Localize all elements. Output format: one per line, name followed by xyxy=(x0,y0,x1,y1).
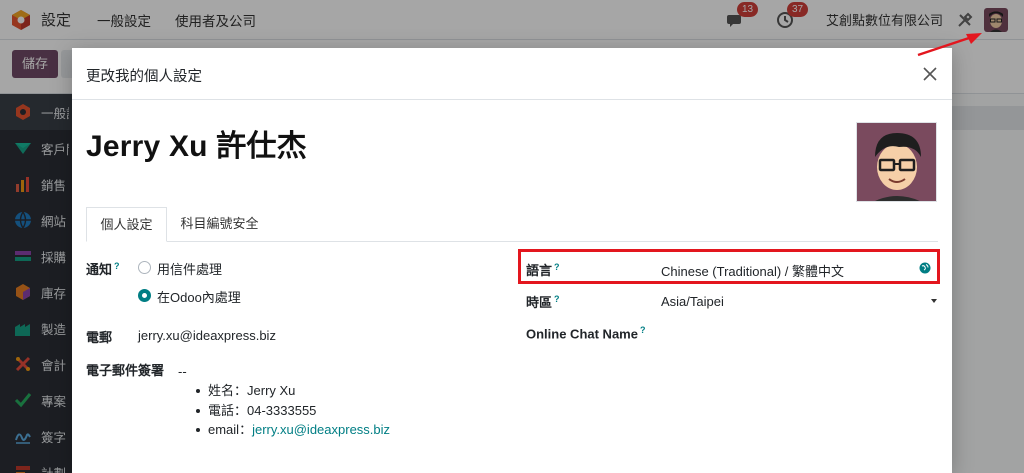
notify-in-odoo-label[interactable]: 在Odoo內處理 xyxy=(157,287,241,306)
globe-icon[interactable] xyxy=(919,262,931,274)
preferences-dialog: 更改我的個人設定 Jerry Xu 許仕杰 個人設定 科目編號安全 通知? 用信… xyxy=(72,48,952,473)
signature-separator: -- xyxy=(178,364,187,379)
signature-name-line: 姓名：Jerry Xu xyxy=(192,381,390,401)
close-icon[interactable] xyxy=(922,66,938,82)
chevron-down-icon[interactable] xyxy=(931,299,937,303)
help-icon[interactable]: ? xyxy=(554,262,560,272)
user-avatar-image[interactable] xyxy=(856,122,937,202)
notification-label: 通知? xyxy=(86,260,120,277)
email-field[interactable]: jerry.xu@ideaxpress.biz xyxy=(138,328,276,343)
online-chat-name-input[interactable] xyxy=(661,326,931,344)
help-icon[interactable]: ? xyxy=(640,325,646,335)
language-select[interactable]: Chinese (Traditional) / 繁體中文 xyxy=(661,261,844,280)
help-icon[interactable]: ? xyxy=(554,294,560,304)
help-icon[interactable]: ? xyxy=(114,261,120,271)
dialog-title: 更改我的個人設定 xyxy=(86,69,202,85)
signature-phone-line: 電話：04-3333555 xyxy=(192,401,390,421)
dialog-header: 更改我的個人設定 xyxy=(72,48,952,100)
dialog-tabs: 個人設定 科目編號安全 xyxy=(86,207,938,242)
notify-in-odoo-radio[interactable] xyxy=(138,289,151,302)
annotation-arrow-icon xyxy=(917,33,982,57)
timezone-label: 時區? xyxy=(526,293,560,310)
notify-by-email-radio[interactable] xyxy=(138,261,151,274)
user-avatar-icon xyxy=(857,123,936,201)
notify-by-email-label[interactable]: 用信件處理 xyxy=(157,259,222,278)
tab-personal-settings[interactable]: 個人設定 xyxy=(86,207,167,242)
language-label: 語言? xyxy=(526,261,560,278)
signature-editor[interactable]: 姓名：Jerry Xu 電話：04-3333555 email：jerry.xu… xyxy=(192,381,390,440)
signature-email-line: email：jerry.xu@ideaxpress.biz xyxy=(192,420,390,440)
email-label: 電郵 xyxy=(86,330,113,345)
user-name: Jerry Xu 許仕杰 xyxy=(86,130,307,163)
online-chat-name-label: Online Chat Name? xyxy=(526,325,646,342)
signature-label: 電子郵件簽署 xyxy=(86,363,165,378)
signature-email-link[interactable]: jerry.xu@ideaxpress.biz xyxy=(252,422,390,437)
tab-account-number-security[interactable]: 科目編號安全 xyxy=(167,207,272,242)
timezone-select[interactable]: Asia/Taipei xyxy=(661,294,724,309)
